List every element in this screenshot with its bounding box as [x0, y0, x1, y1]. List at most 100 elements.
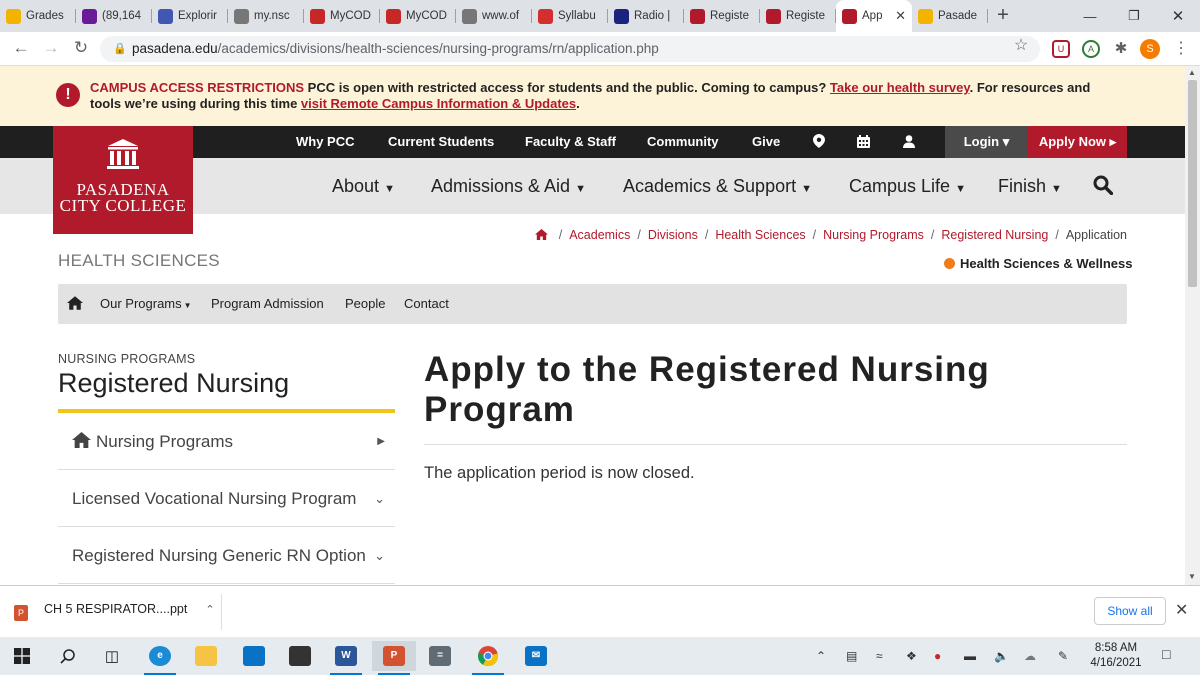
health-survey-link[interactable]: Take our health survey — [830, 80, 970, 95]
minimize-button[interactable]: — — [1068, 0, 1112, 32]
sidebar-item-label: Licensed Vocational Nursing Program — [72, 489, 357, 508]
chevron-up-icon[interactable]: ⌃ — [205, 604, 214, 616]
profile-avatar[interactable]: S — [1140, 39, 1160, 59]
extension-grammar-icon[interactable]: A — [1082, 40, 1100, 58]
download-item[interactable]: P CH 5 RESPIRATOR....ppt ⌃ — [14, 602, 215, 621]
topnav-community[interactable]: Community — [647, 126, 719, 158]
breadcrumb-divisions[interactable]: Divisions — [648, 228, 698, 242]
browser-tab[interactable]: my.nsc — [228, 0, 304, 32]
back-button[interactable]: ← — [10, 38, 32, 58]
browser-tab[interactable]: Radio | — [608, 0, 684, 32]
maximize-button[interactable]: ❐ — [1112, 0, 1156, 32]
taskbar-clock[interactable]: 8:58 AM 4/16/2021 — [1086, 641, 1146, 671]
subnav-home-icon[interactable] — [67, 296, 83, 312]
new-tab-button[interactable]: + — [988, 0, 1018, 32]
remote-campus-link[interactable]: visit Remote Campus Information & Update… — [301, 96, 576, 111]
topnav-current-students[interactable]: Current Students — [388, 126, 494, 158]
browser-tab[interactable]: Pasade — [912, 0, 988, 32]
file-explorer-icon[interactable] — [184, 641, 228, 671]
tray-battery-icon[interactable]: ▬ — [964, 649, 976, 663]
sidebar-item-lvn-program[interactable]: Licensed Vocational Nursing Program ⌄ — [58, 470, 395, 527]
browser-tab[interactable]: Registe — [684, 0, 760, 32]
browser-tab[interactable]: Syllabu — [532, 0, 608, 32]
calendar-icon[interactable] — [857, 126, 870, 158]
sidebar-kicker[interactable]: NURSING PROGRAMS — [58, 352, 195, 366]
task-view-icon[interactable]: ◫ — [90, 641, 134, 671]
mainnav-campus-life[interactable]: Campus Life ▼ — [849, 158, 966, 214]
browser-tab-label: Explorir — [178, 10, 217, 22]
login-button[interactable]: Login ▾ — [945, 126, 1028, 158]
breadcrumb-nursing-programs[interactable]: Nursing Programs — [823, 228, 924, 242]
calculator-icon[interactable]: = — [418, 641, 462, 671]
forward-button[interactable]: → — [40, 38, 62, 58]
tray-dropbox-icon[interactable]: ❖ — [906, 649, 917, 663]
scroll-down-icon[interactable]: ▼ — [1188, 572, 1196, 581]
apply-now-button[interactable]: Apply Now ▸ — [1028, 126, 1127, 158]
tray-app-icon[interactable]: ▤ — [846, 649, 857, 663]
topnav-why-pcc[interactable]: Why PCC — [296, 126, 355, 158]
powerpoint-icon[interactable]: P — [372, 641, 416, 675]
browser-tab[interactable]: MyCOD — [380, 0, 456, 32]
tray-chevron-up-icon[interactable]: ⌃ — [816, 649, 826, 663]
breadcrumb-academics[interactable]: Academics — [569, 228, 630, 242]
division-label[interactable]: Health Sciences & Wellness — [944, 256, 1132, 271]
app-icon[interactable] — [232, 641, 276, 671]
window-close-button[interactable]: ✕ — [1156, 0, 1200, 32]
pcc-logo[interactable]: PASADENA CITY COLLEGE — [53, 126, 193, 234]
tray-pen-icon[interactable]: ✎ — [1058, 649, 1068, 663]
page-scrollbar[interactable]: ▲ ▼ — [1185, 66, 1200, 585]
alert-text-part: . — [576, 96, 580, 111]
mail-icon[interactable]: ✉ — [514, 641, 558, 671]
extension-pcc-icon[interactable]: U — [1052, 40, 1070, 58]
bookmark-star-icon[interactable]: ☆ — [1012, 37, 1030, 55]
application-status-text: The application period is now closed. — [424, 464, 695, 482]
subnav-people[interactable]: People — [345, 284, 385, 324]
map-pin-icon[interactable] — [813, 126, 825, 158]
word-icon[interactable]: W — [324, 641, 368, 675]
topnav-faculty-staff[interactable]: Faculty & Staff — [525, 126, 616, 158]
tray-app-icon[interactable]: ● — [934, 649, 941, 663]
sidebar-item-nursing-programs[interactable]: Nursing Programs ▶ — [58, 413, 395, 470]
browser-tab[interactable]: Explorir — [152, 0, 228, 32]
sidebar-title[interactable]: Registered Nursing — [58, 368, 289, 399]
home-icon[interactable] — [535, 228, 551, 242]
tray-volume-icon[interactable]: 🔈 — [994, 649, 1009, 663]
tray-cloud-icon[interactable]: ☁ — [1024, 649, 1036, 663]
browser-tab[interactable]: Registe — [760, 0, 836, 32]
search-icon[interactable] — [46, 641, 90, 671]
tray-wifi-icon[interactable]: ≈ — [876, 649, 883, 663]
sidebar-item-generic-rn[interactable]: Registered Nursing Generic RN Option ⌄ — [58, 527, 395, 584]
department-title[interactable]: HEALTH SCIENCES — [58, 251, 220, 271]
mainnav-about[interactable]: About ▼ — [332, 158, 395, 214]
scroll-up-icon[interactable]: ▲ — [1188, 68, 1196, 77]
store-icon[interactable] — [278, 641, 322, 671]
topnav-give[interactable]: Give — [752, 126, 780, 158]
browser-menu-icon[interactable]: ⋮ — [1172, 40, 1190, 58]
browser-tab[interactable]: Grades — [0, 0, 76, 32]
browser-tab[interactable]: www.of — [456, 0, 532, 32]
chrome-icon[interactable] — [466, 641, 510, 675]
user-icon[interactable] — [903, 126, 915, 158]
mainnav-finish[interactable]: Finish ▼ — [998, 158, 1062, 214]
search-icon[interactable] — [1093, 175, 1114, 197]
breadcrumb-health-sciences[interactable]: Health Sciences — [715, 228, 805, 242]
browser-tab[interactable]: MyCOD — [304, 0, 380, 32]
show-all-button[interactable]: Show all — [1094, 597, 1166, 625]
breadcrumb-registered-nursing[interactable]: Registered Nursing — [941, 228, 1048, 242]
mainnav-admissions-aid[interactable]: Admissions & Aid ▼ — [431, 158, 586, 214]
mainnav-academics-support[interactable]: Academics & Support ▼ — [623, 158, 812, 214]
browser-tab[interactable]: App ✕ — [836, 0, 912, 32]
close-download-bar-icon[interactable]: ✕ — [1175, 600, 1188, 620]
browser-tab[interactable]: (89,164 — [76, 0, 152, 32]
subnav-contact[interactable]: Contact — [404, 284, 449, 324]
close-tab-icon[interactable]: ✕ — [895, 8, 906, 24]
scrollbar-thumb[interactable] — [1188, 80, 1197, 287]
notifications-icon[interactable]: □ — [1162, 646, 1170, 662]
edge-icon[interactable]: e — [138, 641, 182, 675]
subnav-our-programs[interactable]: Our Programs ▼ — [100, 284, 192, 324]
extensions-puzzle-icon[interactable]: ✱ — [1112, 40, 1130, 58]
reload-button[interactable]: ↻ — [70, 38, 92, 58]
subnav-program-admission[interactable]: Program Admission — [211, 284, 324, 324]
windows-start-icon[interactable] — [0, 641, 44, 671]
address-bar[interactable]: 🔒 pasadena.edu/academics/divisions/healt… — [100, 36, 1040, 62]
